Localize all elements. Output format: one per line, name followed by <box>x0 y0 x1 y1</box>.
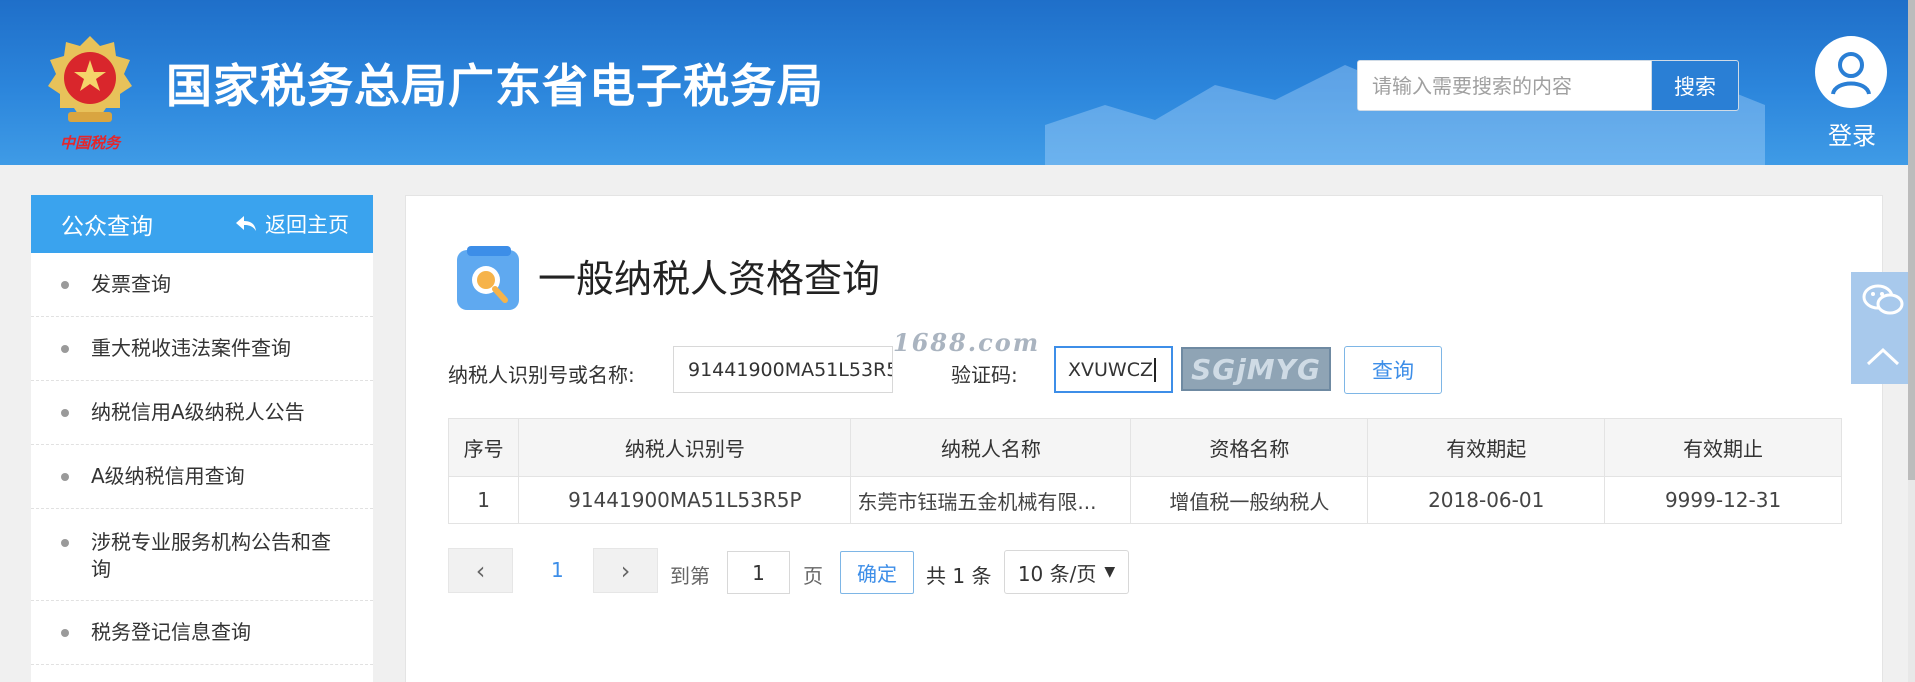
back-home-label: 返回主页 <box>265 213 349 237</box>
sidebar-item-registration-query[interactable]: 税务登记信息查询 <box>31 601 373 665</box>
column-header: 资格名称 <box>1130 418 1369 477</box>
tax-emblem-logo: 中国税务 <box>40 28 140 153</box>
query-button[interactable]: 查询 <box>1344 346 1442 394</box>
page-scrollbar[interactable] <box>1908 0 1915 682</box>
reply-arrow-icon <box>236 216 256 231</box>
prev-page-button[interactable]: ‹ <box>448 548 513 593</box>
chevron-left-icon: ‹ <box>475 556 486 585</box>
search-document-icon <box>453 244 523 314</box>
bullet-icon <box>61 539 69 547</box>
result-table: 序号 纳税人识别号 纳税人名称 资格名称 有效期起 有效期止 1 9144190… <box>447 418 1842 524</box>
sidebar-item-a-credit-announcement[interactable]: 纳税信用A级纳税人公告 <box>31 381 373 445</box>
login-button[interactable]: 登录 <box>1815 36 1889 151</box>
sidebar-item-label: 纳税信用A级纳税人公告 <box>91 400 305 424</box>
bullet-icon <box>61 629 69 637</box>
table-cell: 2018-06-01 <box>1367 476 1606 524</box>
sidebar-item-label: 税务登记信息查询 <box>91 620 251 644</box>
wechat-button[interactable] <box>1851 272 1915 328</box>
sidebar-item-label: 重大税收违法案件查询 <box>91 336 291 360</box>
taxpayer-id-input[interactable]: 91441900MA51L53R5P <box>673 346 893 393</box>
site-title: 国家税务总局广东省电子税务局 <box>166 59 824 113</box>
search-input[interactable] <box>1358 61 1651 110</box>
bullet-icon <box>61 409 69 417</box>
table-cell: 东莞市钰瑞五金机械有限... <box>850 476 1132 524</box>
captcha-image[interactable]: SGjMYG <box>1181 347 1331 391</box>
sidebar-item-label: 发票查询 <box>91 272 171 296</box>
next-page-button[interactable]: › <box>593 548 658 593</box>
sidebar-header: 公众查询 返回主页 <box>31 195 373 253</box>
scrollbar-thumb[interactable] <box>1908 0 1915 480</box>
site-search: 搜索 <box>1357 60 1739 111</box>
sidebar: 公众查询 返回主页 发票查询 重大税收违法案件查询 纳税信用A级纳税人公告 A级… <box>31 195 373 682</box>
bullet-icon <box>61 473 69 481</box>
user-icon <box>1815 36 1887 108</box>
total-count: 共 1 条 <box>926 564 992 588</box>
sidebar-item-tax-violation-cases[interactable]: 重大税收违法案件查询 <box>31 317 373 381</box>
main-panel: 一般纳税人资格查询 1688.com 纳税人识别号或名称: 91441900MA… <box>405 195 1883 682</box>
column-header: 纳税人名称 <box>850 418 1132 477</box>
sidebar-item-invoice-query[interactable]: 发票查询 <box>31 253 373 317</box>
chevron-up-icon <box>1866 347 1900 366</box>
login-label: 登录 <box>1828 122 1876 150</box>
table-cell: 9999-12-31 <box>1604 476 1842 524</box>
page-number-current[interactable]: 1 <box>551 558 564 582</box>
table-cell: 1 <box>447 476 520 524</box>
chevron-right-icon: › <box>620 556 631 585</box>
chevron-down-icon: ▼ <box>1104 564 1116 580</box>
table-cell: 增值税一般纳税人 <box>1130 476 1369 524</box>
goto-label: 到第 <box>670 564 710 588</box>
page-title: 一般纳税人资格查询 <box>538 257 881 301</box>
bullet-icon <box>61 281 69 289</box>
wechat-icon <box>1862 284 1904 315</box>
column-header: 纳税人识别号 <box>518 418 852 477</box>
sidebar-item-label: 涉税专业服务机构公告和查询 <box>91 530 331 581</box>
page-jump-confirm-button[interactable]: 确定 <box>840 551 914 594</box>
captcha-input-value: XVUWCZ <box>1068 358 1153 381</box>
sidebar-item-a-credit-query[interactable]: A级纳税信用查询 <box>31 445 373 509</box>
sidebar-item-label: A级纳税信用查询 <box>91 464 245 488</box>
table-row: 1 91441900MA51L53R5P 东莞市钰瑞五金机械有限... 增值税一… <box>447 476 1842 524</box>
sidebar-title: 公众查询 <box>61 214 153 240</box>
captcha-input[interactable]: XVUWCZ <box>1054 346 1173 393</box>
back-home-link[interactable]: 返回主页 <box>235 209 349 239</box>
page-jump-input[interactable]: 1 <box>727 551 790 594</box>
table-cell: 91441900MA51L53R5P <box>518 476 852 524</box>
table-header-row: 序号 纳税人识别号 纳税人名称 资格名称 有效期起 有效期止 <box>447 418 1842 477</box>
emblem-caption: 中国税务 <box>59 134 120 152</box>
page-size-value: 10 条/页 <box>1017 561 1097 586</box>
search-button[interactable]: 搜索 <box>1651 61 1738 110</box>
back-to-top-button[interactable] <box>1851 328 1915 384</box>
site-header: 中国税务 国家税务总局广东省电子税务局 搜索 登录 <box>0 0 1915 165</box>
bullet-icon <box>61 345 69 353</box>
page-size-select[interactable]: 10 条/页 ▼ <box>1004 550 1129 594</box>
column-header: 有效期起 <box>1367 418 1606 477</box>
page-unit-label: 页 <box>803 564 823 588</box>
watermark: 1688.com <box>893 328 1041 357</box>
column-header: 有效期止 <box>1604 418 1842 477</box>
captcha-label: 验证码: <box>951 363 1018 387</box>
taxpayer-label: 纳税人识别号或名称: <box>448 363 635 387</box>
column-header: 序号 <box>447 418 520 477</box>
sidebar-item-tax-agency-query[interactable]: 涉税专业服务机构公告和查询 <box>31 509 373 601</box>
